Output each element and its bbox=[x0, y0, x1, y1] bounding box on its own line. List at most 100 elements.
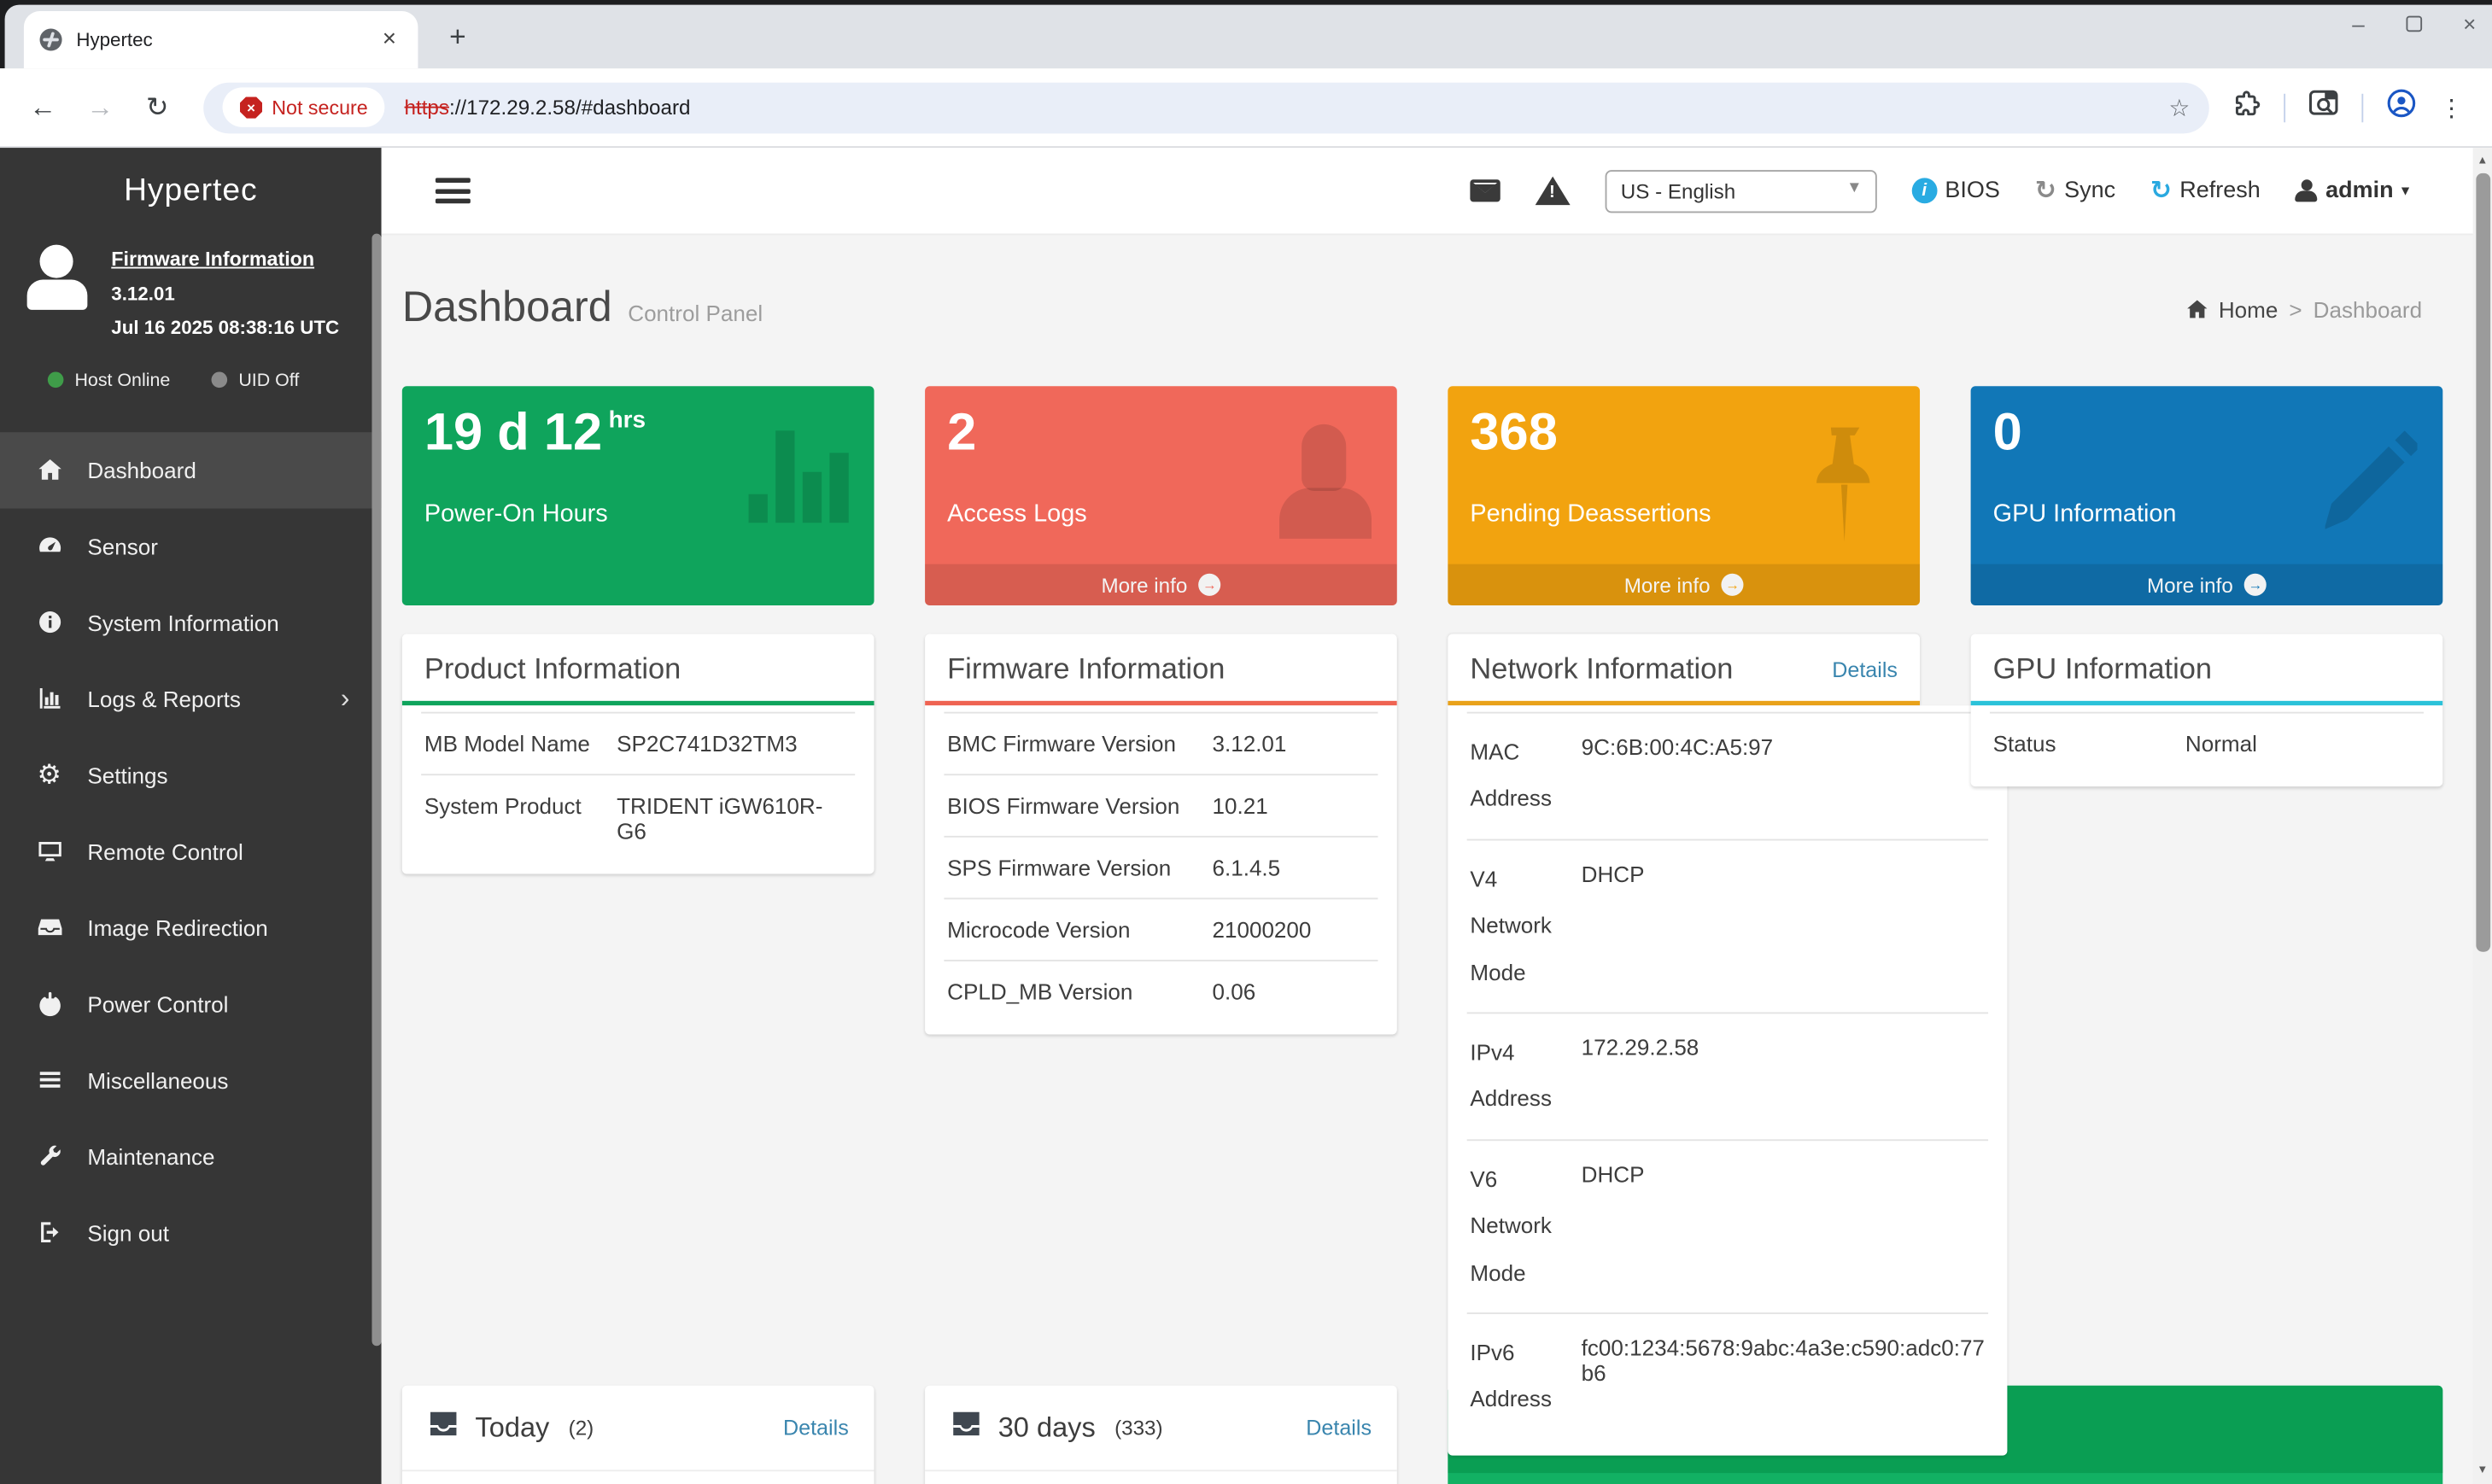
sidebar-item-sign-out[interactable]: Sign out bbox=[0, 1195, 382, 1271]
address-bar[interactable]: × Not secure https://172.29.2.58/#dashbo… bbox=[203, 82, 2209, 133]
user-icon bbox=[2296, 178, 2318, 202]
sidebar-item-maintenance[interactable]: Maintenance bbox=[0, 1119, 382, 1195]
more-info-link[interactable]: More info → bbox=[1971, 564, 2443, 605]
inbox-icon bbox=[951, 1410, 982, 1446]
sidebar-item-label: Power Control bbox=[87, 991, 228, 1017]
new-tab-button[interactable]: + bbox=[439, 19, 477, 57]
language-select[interactable]: US - English ▼ bbox=[1605, 169, 1876, 212]
more-info-link[interactable]: More info → bbox=[925, 564, 1397, 605]
url-text: https://172.29.2.58/#dashboard bbox=[405, 96, 691, 120]
tab-close-icon[interactable]: × bbox=[377, 27, 402, 53]
sidebar-item-power-control[interactable]: Power Control bbox=[0, 966, 382, 1042]
language-select-control[interactable]: US - English bbox=[1605, 169, 1876, 212]
scrollbar-thumb[interactable] bbox=[2475, 173, 2489, 952]
scroll-down-arrow-icon[interactable]: ▼ bbox=[2473, 1460, 2492, 1481]
bar-chart-icon bbox=[749, 424, 849, 523]
browser-window: Hypertec × + – × ← → ↻ × Not secure http… bbox=[0, 0, 2492, 1484]
panel-title: Product Information bbox=[424, 651, 681, 686]
page-title: Dashboard bbox=[402, 283, 612, 332]
network-details-link[interactable]: Details bbox=[1832, 657, 1898, 681]
firmware-information-link[interactable]: Firmware Information bbox=[111, 242, 339, 278]
sidebar-item-logs-reports[interactable]: Logs & Reports › bbox=[0, 661, 382, 737]
table-row: System ProductTRIDENT iGW610R-G6 bbox=[421, 774, 855, 861]
brand-logo: Hypertec bbox=[0, 148, 382, 210]
pushpin-icon bbox=[1793, 424, 1894, 548]
table-row: MB Model NameSP2C741D32TM3 bbox=[421, 712, 855, 774]
card-count: (2) bbox=[569, 1416, 594, 1440]
tab-title: Hypertec bbox=[76, 28, 377, 50]
sidebar-scrollbar[interactable] bbox=[371, 234, 381, 1347]
today-details-link[interactable]: Details bbox=[783, 1416, 849, 1440]
inbox-icon bbox=[428, 1410, 459, 1446]
user-avatar-icon bbox=[22, 242, 92, 312]
not-secure-icon: × bbox=[240, 96, 262, 119]
info-circle-icon bbox=[35, 608, 63, 636]
sidebar-item-sensor[interactable]: Sensor bbox=[0, 508, 382, 584]
sidebar-item-miscellaneous[interactable]: Miscellaneous bbox=[0, 1042, 382, 1118]
alerts-warning-icon[interactable]: ! bbox=[1535, 177, 1570, 205]
bios-info-icon: i bbox=[1911, 178, 1937, 203]
refresh-button[interactable]: ↻ Refresh bbox=[2150, 175, 2261, 207]
sidebar-item-label: Miscellaneous bbox=[87, 1067, 228, 1093]
forward-button[interactable]: → bbox=[76, 84, 124, 131]
window-close-button[interactable]: × bbox=[2463, 9, 2476, 38]
sidebar-item-system-information[interactable]: System Information bbox=[0, 584, 382, 660]
bookmark-star-icon[interactable]: ☆ bbox=[2168, 93, 2190, 121]
user-menu[interactable]: admin ▾ bbox=[2296, 178, 2409, 203]
gpu-information-panel: GPU Information StatusNormal bbox=[1971, 634, 2443, 787]
card-label: GPU Information bbox=[1993, 500, 2177, 529]
table-row: Microcode Version21000200 bbox=[944, 897, 1378, 960]
sidebar-item-dashboard[interactable]: Dashboard bbox=[0, 432, 382, 508]
globe-favicon-icon bbox=[40, 28, 62, 50]
main-content: ! US - English ▼ i BIOS ↻ Sync ↻ bbox=[382, 148, 2492, 1484]
product-information-table: MB Model NameSP2C741D32TM3 System Produc… bbox=[421, 712, 855, 862]
host-online-dot-icon bbox=[48, 371, 64, 388]
browser-menu-icon[interactable]: ⋮ bbox=[2440, 93, 2464, 121]
more-info-link[interactable]: More info → bbox=[1448, 564, 1920, 605]
thirty-days-details-link[interactable]: Details bbox=[1306, 1416, 1372, 1440]
sidebar: Hypertec Firmware Information 3.12.01 Ju… bbox=[0, 148, 382, 1484]
messages-icon[interactable] bbox=[1470, 179, 1500, 202]
window-minimize-button[interactable]: – bbox=[2352, 9, 2365, 38]
caret-down-icon: ▾ bbox=[2401, 182, 2409, 199]
breadcrumb: Home > Dashboard bbox=[2185, 296, 2422, 322]
card-value: 368 bbox=[1470, 402, 1557, 463]
monitor-icon bbox=[35, 837, 63, 865]
not-secure-chip[interactable]: × Not secure bbox=[223, 87, 386, 127]
table-row: V4 Network ModeDHCP bbox=[1467, 838, 1988, 1012]
sidebar-item-settings[interactable]: ⚙ Settings bbox=[0, 737, 382, 813]
browser-tab[interactable]: Hypertec × bbox=[24, 11, 418, 68]
extensions-icon[interactable] bbox=[2232, 88, 2261, 126]
breadcrumb-home-link[interactable]: Home bbox=[2185, 296, 2278, 322]
page-scrollbar[interactable]: ▲ ▼ bbox=[2473, 148, 2492, 1484]
reload-button[interactable]: ↻ bbox=[133, 84, 181, 131]
pencil-icon bbox=[2315, 424, 2417, 548]
card-title: 30 days bbox=[998, 1411, 1096, 1445]
sidebar-item-label: Remote Control bbox=[87, 838, 243, 864]
product-information-panel: Product Information MB Model NameSP2C741… bbox=[402, 634, 875, 874]
sidebar-item-label: Logs & Reports bbox=[87, 686, 241, 711]
list-icon bbox=[35, 1066, 63, 1094]
bios-button[interactable]: i BIOS bbox=[1911, 178, 2000, 203]
hamburger-menu-icon[interactable] bbox=[436, 178, 471, 203]
sidebar-item-label: Sign out bbox=[87, 1220, 169, 1246]
card-label: Pending Deassertions bbox=[1470, 500, 1711, 529]
back-button[interactable]: ← bbox=[19, 84, 67, 131]
metric-cards-row: 19 d 12hrs Power-On Hours 2 Access Logs … bbox=[402, 386, 2442, 605]
profile-icon[interactable] bbox=[2385, 87, 2417, 127]
sidebar-item-image-redirection[interactable]: Image Redirection bbox=[0, 890, 382, 966]
pending-deassertions-card: 368 Pending Deassertions More info → bbox=[1448, 386, 1920, 605]
table-row: StatusNormal bbox=[1990, 712, 2424, 774]
search-tabs-icon[interactable] bbox=[2308, 89, 2339, 126]
bar-chart-icon bbox=[35, 684, 63, 712]
window-maximize-button[interactable] bbox=[2406, 16, 2422, 32]
sync-button[interactable]: ↻ Sync bbox=[2035, 175, 2115, 207]
gauge-icon bbox=[35, 532, 63, 560]
sign-out-icon bbox=[35, 1218, 63, 1247]
bottom-row: Today (2) Details 30 days (333) Details bbox=[402, 1386, 2442, 1484]
sidebar-item-remote-control[interactable]: Remote Control bbox=[0, 813, 382, 889]
sidebar-item-label: System Information bbox=[87, 610, 278, 635]
url-scheme: https bbox=[405, 96, 449, 120]
scroll-up-arrow-icon[interactable]: ▲ bbox=[2473, 151, 2492, 172]
network-information-table: MAC Address9C:6B:00:4C:A5:97 V4 Network … bbox=[1448, 705, 2007, 1455]
